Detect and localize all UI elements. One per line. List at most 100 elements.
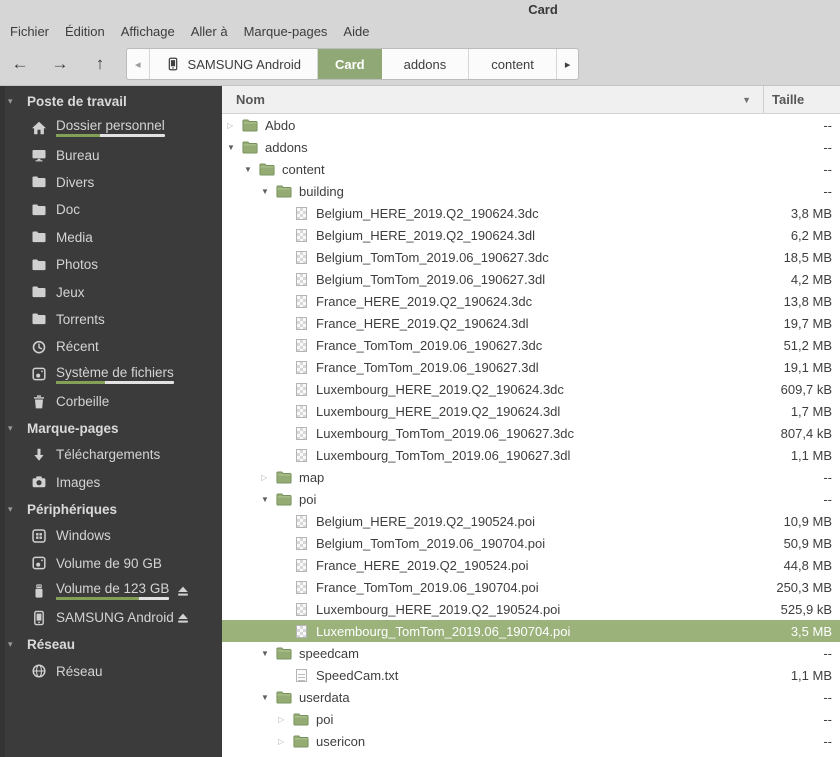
tree-row[interactable]: ▷usericon-- (222, 730, 840, 752)
tree-row[interactable]: Luxembourg_TomTom_2019.06_190704.poi3,5 … (222, 620, 840, 642)
section-collapse-icon[interactable]: ▾ (8, 504, 27, 515)
sidebar-item-jeux[interactable]: Jeux (0, 278, 222, 305)
tree-row[interactable]: France_HERE_2019.Q2_190624.3dl19,7 MB (222, 312, 840, 334)
sidebar-item-bureau[interactable]: Bureau (0, 141, 222, 168)
column-header-size[interactable]: Taille (764, 92, 840, 107)
tree-row[interactable]: ▷Abdo-- (222, 114, 840, 136)
size-cell: -- (823, 690, 832, 705)
sidebar-item-images[interactable]: Images (0, 469, 222, 496)
sidebar-item-corbeille[interactable]: Corbeille (0, 388, 222, 415)
eject-button[interactable] (176, 611, 190, 625)
expand-expander-icon[interactable]: ▷ (278, 737, 293, 746)
tree-row[interactable]: SpeedCam.txt1,1 MB (222, 664, 840, 686)
collapse-expander-icon[interactable]: ▼ (261, 187, 276, 196)
back-button[interactable]: ← (7, 51, 33, 77)
tree-row[interactable]: ▼userdata-- (222, 686, 840, 708)
tree-row[interactable]: ▼poi-- (222, 488, 840, 510)
sidebar-item-recent[interactable]: Récent (0, 333, 222, 360)
tree-row[interactable]: Belgium_HERE_2019.Q2_190624.3dc3,8 MB (222, 202, 840, 224)
menu-item-fichier[interactable]: Fichier (10, 24, 49, 39)
tree-row[interactable]: ▼content-- (222, 158, 840, 180)
sidebar-item-doc[interactable]: Doc (0, 196, 222, 223)
tree-row[interactable]: ▷map-- (222, 466, 840, 488)
sidebar-item-samsung-android[interactable]: SAMSUNG Android (0, 604, 222, 631)
size-cell: 3,5 MB (791, 624, 832, 639)
eject-button[interactable] (176, 584, 190, 598)
sidebar-item-media[interactable]: Media (0, 224, 222, 251)
folder-icon (242, 140, 258, 154)
tree-row[interactable]: ▼speedcam-- (222, 642, 840, 664)
file-name: France_TomTom_2019.06_190627.3dc (316, 338, 542, 353)
expand-expander-icon[interactable]: ▷ (261, 473, 276, 482)
sidebar-section-poste-de-travail[interactable]: ▾Poste de travail (0, 88, 222, 114)
breadcrumb-samsung-android[interactable]: SAMSUNG Android (150, 49, 318, 79)
section-collapse-icon[interactable]: ▾ (8, 423, 27, 434)
tree-row[interactable]: France_HERE_2019.Q2_190524.poi44,8 MB (222, 554, 840, 576)
folder-icon (276, 184, 292, 198)
expand-expander-icon[interactable]: ▷ (278, 715, 293, 724)
tree-row[interactable]: ▼building-- (222, 180, 840, 202)
collapse-expander-icon[interactable]: ▼ (261, 693, 276, 702)
breadcrumb-scroll-right-icon[interactable]: ▸ (557, 49, 579, 79)
size-cell: -- (823, 734, 832, 749)
tree-row[interactable]: Luxembourg_TomTom_2019.06_190627.3dc807,… (222, 422, 840, 444)
tree-row[interactable]: France_TomTom_2019.06_190627.3dl 19,1 MB (222, 356, 840, 378)
file-name: Belgium_TomTom_2019.06_190627.3dl (316, 272, 545, 287)
file-name: Belgium_TomTom_2019.06_190627.3dc (316, 250, 549, 265)
tree-row[interactable]: Luxembourg_HERE_2019.Q2_190524.poi525,9 … (222, 598, 840, 620)
breadcrumb-content[interactable]: content (469, 49, 557, 79)
sidebar-section-marque-pages[interactable]: ▾Marque-pages (0, 415, 222, 441)
tree-row[interactable]: Luxembourg_HERE_2019.Q2_190624.3dc609,7 … (222, 378, 840, 400)
tree-row[interactable]: Luxembourg_TomTom_2019.06_190627.3dl1,1 … (222, 444, 840, 466)
breadcrumb-card[interactable]: Card (318, 49, 382, 79)
breadcrumb-addons[interactable]: addons (382, 49, 470, 79)
collapse-expander-icon[interactable]: ▼ (244, 165, 259, 174)
size-cell: 19,1 MB (784, 360, 832, 375)
column-header-name[interactable]: Nom ▼ (222, 86, 764, 113)
sidebar-item-telechargements[interactable]: Téléchargements (0, 441, 222, 468)
tree-row[interactable]: Belgium_TomTom_2019.06_190627.3dc18,5 MB (222, 246, 840, 268)
tree-row[interactable]: France_TomTom_2019.06_190704.poi250,3 MB (222, 576, 840, 598)
sidebar-item-systeme-de-fichiers[interactable]: Système de fichiers (0, 361, 222, 388)
sidebar-item-torrents[interactable]: Torrents (0, 306, 222, 333)
tree-row[interactable]: Belgium_TomTom_2019.06_190627.3dl4,2 MB (222, 268, 840, 290)
sidebar-item-reseau[interactable]: Réseau (0, 658, 222, 685)
collapse-expander-icon[interactable]: ▼ (261, 495, 276, 504)
section-collapse-icon[interactable]: ▾ (8, 639, 27, 650)
sidebar-item-dossier-personnel[interactable]: Dossier personnel (0, 114, 222, 141)
trash-icon (31, 394, 47, 410)
menu-item-marque-pages[interactable]: Marque-pages (244, 24, 328, 39)
collapse-expander-icon[interactable]: ▼ (261, 649, 276, 658)
tree-row[interactable]: ▷poi-- (222, 708, 840, 730)
menu-item-aller-a[interactable]: Aller à (191, 24, 228, 39)
tree-row[interactable]: Belgium_HERE_2019.Q2_190524.poi10,9 MB (222, 510, 840, 532)
download-icon (31, 447, 47, 463)
menu-item-edition[interactable]: Édition (65, 24, 105, 39)
file-name: France_TomTom_2019.06_190627.3dl (316, 360, 539, 375)
tree-row[interactable]: Luxembourg_HERE_2019.Q2_190624.3dl1,7 MB (222, 400, 840, 422)
usb-icon (31, 583, 47, 599)
tree-row[interactable]: France_HERE_2019.Q2_190624.3dc13,8 MB (222, 290, 840, 312)
tree-row[interactable]: France_TomTom_2019.06_190627.3dc51,2 MB (222, 334, 840, 356)
sidebar-item-photos[interactable]: Photos (0, 251, 222, 278)
tree-row[interactable]: Belgium_HERE_2019.Q2_190624.3dl6,2 MB (222, 224, 840, 246)
tree-row[interactable]: ▼addons-- (222, 136, 840, 158)
windows-icon (31, 528, 47, 544)
sidebar-section-peripheriques[interactable]: ▾Périphériques (0, 496, 222, 522)
forward-button[interactable]: → (47, 51, 73, 77)
text-file-icon (293, 668, 309, 682)
sidebar-item-divers[interactable]: Divers (0, 169, 222, 196)
sidebar-section-reseau[interactable]: ▾Réseau (0, 632, 222, 658)
collapse-expander-icon[interactable]: ▼ (227, 143, 242, 152)
file-name: speedcam (299, 646, 359, 661)
up-button[interactable]: ↑ (87, 51, 113, 77)
expand-expander-icon[interactable]: ▷ (227, 121, 242, 130)
tree-row[interactable]: Belgium_TomTom_2019.06_190704.poi50,9 MB (222, 532, 840, 554)
menu-item-aide[interactable]: Aide (343, 24, 369, 39)
sidebar-item-windows[interactable]: Windows (0, 522, 222, 549)
breadcrumb-scroll-left-icon[interactable]: ◂ (127, 49, 150, 79)
menu-item-affichage[interactable]: Affichage (121, 24, 175, 39)
sidebar-item-volume-de-123-gb[interactable]: Volume de 123 GB (0, 577, 222, 604)
section-collapse-icon[interactable]: ▾ (8, 96, 27, 107)
sidebar-item-volume-de-90-gb[interactable]: Volume de 90 GB (0, 549, 222, 576)
